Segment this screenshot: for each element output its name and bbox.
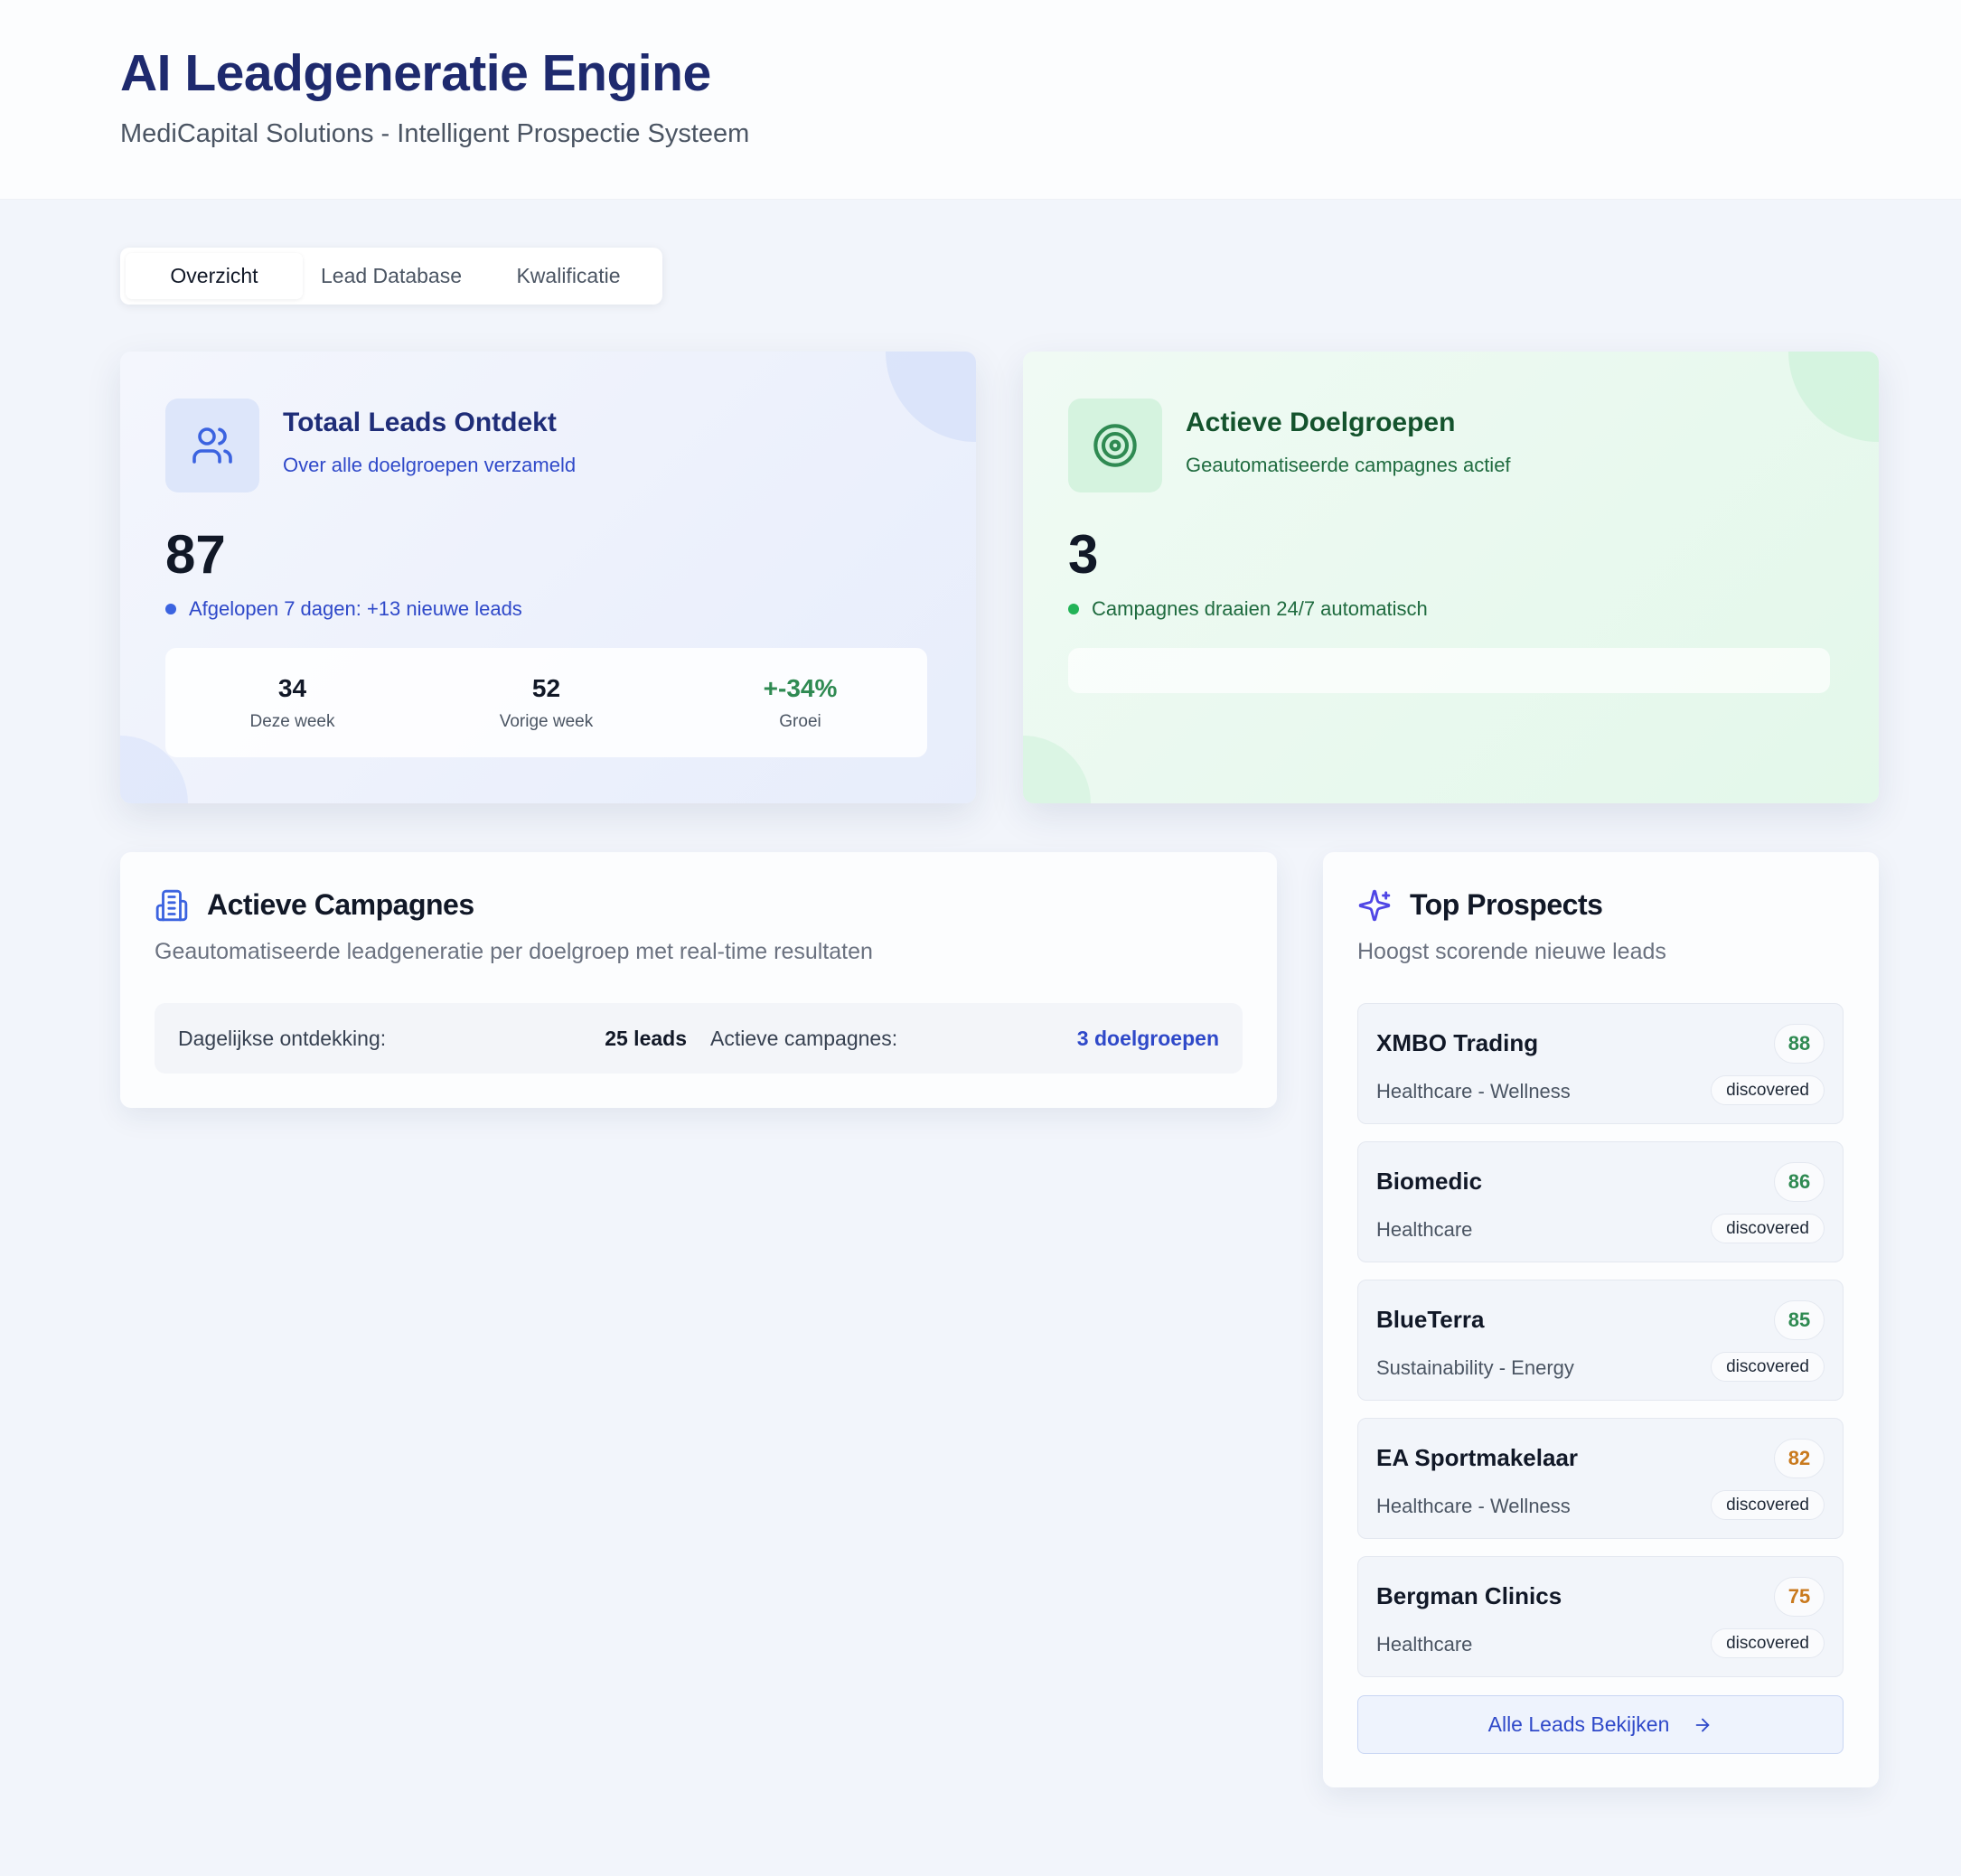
prospect-sector: Healthcare <box>1376 1218 1473 1241</box>
stat-value: 34 <box>277 673 307 702</box>
score-badge: 75 <box>1774 1577 1825 1617</box>
tab-kwalificatie[interactable]: Kwalificatie <box>480 253 657 299</box>
status-dot <box>165 604 176 614</box>
panel-description: Geautomatiseerde leadgeneratie per doelg… <box>155 939 873 964</box>
decorative-circle <box>1023 736 1091 803</box>
arrow-right-icon <box>1693 1715 1712 1735</box>
tab-lead-database[interactable]: Lead Database <box>303 253 480 299</box>
prospect-name: EA Sportmakelaar <box>1376 1444 1579 1471</box>
active-audiences-card: Actieve Doelgroepen Geautomatiseerde cam… <box>1023 352 1879 803</box>
stat-label: Groei <box>779 711 821 731</box>
score-badge: 86 <box>1774 1162 1825 1202</box>
card-title: Actieve Doelgroepen <box>1186 408 1456 437</box>
top-prospects-panel: Top Prospects Hoogst scorende nieuwe lea… <box>1323 852 1879 1787</box>
users-icon <box>165 399 259 492</box>
score-badge: 88 <box>1774 1024 1825 1064</box>
stat-label: Deze week <box>249 711 335 731</box>
daily-discovery-value: 25 leads <box>605 1026 687 1050</box>
active-campaigns-panel: Actieve Campagnes Geautomatiseerde leadg… <box>120 852 1277 1108</box>
active-campaigns-count: Actieve campagnes: 3 doelgroepen <box>710 1027 1219 1051</box>
page-title: AI Leadgeneratie Engine <box>120 44 711 102</box>
button-label: Alle Leads Bekijken <box>1487 1712 1670 1736</box>
prospect-sector: Healthcare - Wellness <box>1376 1080 1571 1102</box>
campaign-summary: Dagelijkse ontdekking: 25 leads Actieve … <box>155 1003 1243 1074</box>
status-badge: discovered <box>1711 1352 1825 1382</box>
prospect-card[interactable]: XMBO Trading Healthcare - Wellness 88 di… <box>1357 1003 1844 1124</box>
prospect-card[interactable]: Biomedic Healthcare 86 discovered <box>1357 1141 1844 1262</box>
tab-overzicht[interactable]: Overzicht <box>126 253 303 299</box>
page-subtitle: MediCapital Solutions - Intelligent Pros… <box>120 119 750 148</box>
sparkles-icon <box>1357 888 1392 927</box>
decorative-circle <box>1788 352 1879 442</box>
prospect-sector: Healthcare <box>1376 1633 1473 1656</box>
prospect-name: Biomedic <box>1376 1168 1483 1195</box>
daily-discovery-label: Dagelijkse ontdekking: <box>178 1026 387 1050</box>
prospect-name: BlueTerra <box>1376 1306 1485 1333</box>
prospect-name: Bergman Clinics <box>1376 1582 1562 1609</box>
total-leads-value: 87 <box>165 524 226 585</box>
tab-bar: Overzicht Lead Database Kwalificatie <box>120 248 662 305</box>
automation-note-text: Campagnes draaien 24/7 automatisch <box>1092 597 1428 620</box>
view-all-leads-button[interactable]: Alle Leads Bekijken <box>1357 1695 1844 1754</box>
weekly-note-text: Afgelopen 7 dagen: +13 nieuwe leads <box>189 597 522 620</box>
active-campaigns-label: Actieve campagnes: <box>710 1026 898 1050</box>
score-badge: 85 <box>1774 1300 1825 1340</box>
status-badge: discovered <box>1711 1628 1825 1658</box>
prospect-card[interactable]: EA Sportmakelaar Healthcare - Wellness 8… <box>1357 1418 1844 1539</box>
prospect-name: XMBO Trading <box>1376 1029 1539 1056</box>
status-badge: discovered <box>1711 1214 1825 1243</box>
stat-label: Vorige week <box>499 711 594 731</box>
panel-title: Actieve Campagnes <box>207 888 474 921</box>
panel-title: Top Prospects <box>1410 888 1603 921</box>
stat-value: +-34% <box>763 673 838 702</box>
automation-note: Campagnes draaien 24/7 automatisch <box>1068 597 1428 621</box>
active-audiences-value: 3 <box>1068 524 1099 585</box>
total-leads-card: Totaal Leads Ontdekt Over alle doelgroep… <box>120 352 976 803</box>
status-badge: discovered <box>1711 1075 1825 1105</box>
stat-growth: +-34% Groei <box>673 648 927 757</box>
audience-list-placeholder <box>1068 648 1830 693</box>
target-icon <box>1068 399 1162 492</box>
page-header: AI Leadgeneratie Engine MediCapital Solu… <box>0 0 1961 200</box>
building-icon <box>155 888 189 927</box>
decorative-circle <box>886 352 976 442</box>
active-campaigns-value: 3 doelgroepen <box>1076 1026 1219 1050</box>
daily-discovery: Dagelijkse ontdekking: 25 leads <box>178 1027 687 1051</box>
weekly-note: Afgelopen 7 dagen: +13 nieuwe leads <box>165 597 522 621</box>
prospect-card[interactable]: BlueTerra Sustainability - Energy 85 dis… <box>1357 1280 1844 1401</box>
weekly-stats: 34 Deze week 52 Vorige week +-34% Groei <box>165 648 927 757</box>
prospect-sector: Healthcare - Wellness <box>1376 1495 1571 1517</box>
card-title: Totaal Leads Ontdekt <box>283 408 557 437</box>
prospect-sector: Sustainability - Energy <box>1376 1356 1574 1379</box>
status-dot <box>1068 604 1079 614</box>
stat-value: 52 <box>531 673 561 702</box>
stat-this-week: 34 Deze week <box>165 648 419 757</box>
score-badge: 82 <box>1774 1439 1825 1478</box>
status-badge: discovered <box>1711 1490 1825 1520</box>
card-description: Geautomatiseerde campagnes actief <box>1186 454 1511 476</box>
prospect-card[interactable]: Bergman Clinics Healthcare 75 discovered <box>1357 1556 1844 1677</box>
card-description: Over alle doelgroepen verzameld <box>283 454 577 476</box>
stat-last-week: 52 Vorige week <box>419 648 673 757</box>
panel-description: Hoogst scorende nieuwe leads <box>1357 939 1666 964</box>
